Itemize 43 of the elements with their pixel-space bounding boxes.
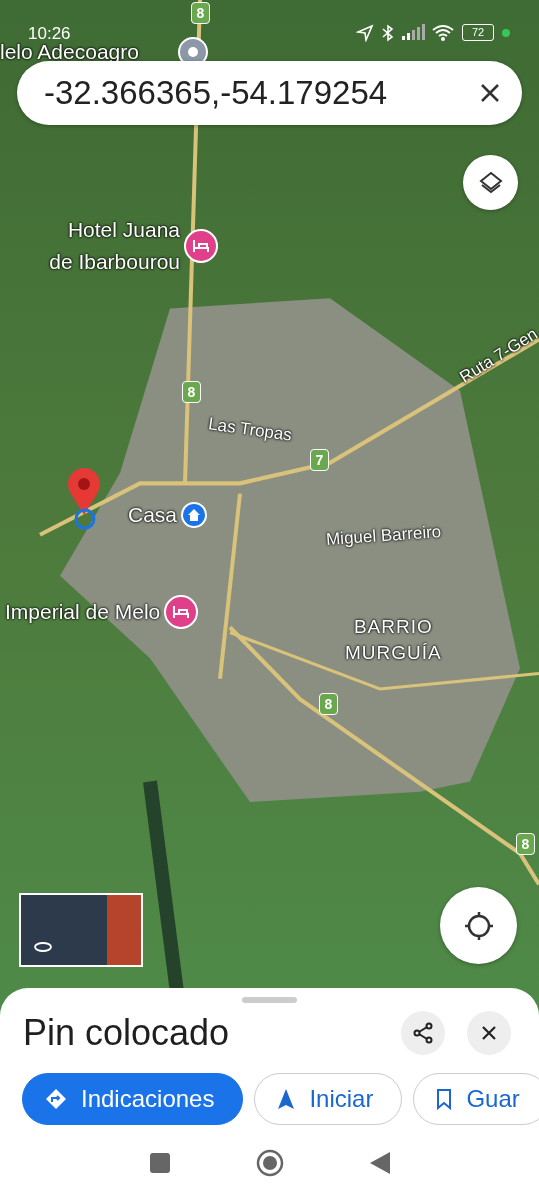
home-label: Casa [128,502,178,528]
hotel-label: Hotel Juana de Ibarbourou [49,217,180,275]
location-arrow-icon [356,24,374,42]
drag-handle[interactable] [242,997,297,1003]
status-dot-icon [502,29,510,37]
layers-icon [477,169,504,196]
bookmark-icon [436,1088,453,1110]
share-icon [412,1022,434,1044]
home-button[interactable] [255,1149,284,1177]
share-button[interactable] [401,1011,445,1055]
search-field[interactable]: -32.366365,-54.179254 [44,74,444,112]
hotel-label: Imperial de Melo [5,599,161,625]
bluetooth-icon [382,24,394,42]
battery-indicator: 72 [462,24,494,41]
directions-icon [45,1088,67,1110]
directions-button[interactable]: Indicaciones [22,1073,244,1125]
start-button[interactable]: Iniciar [254,1073,403,1125]
street-label: Las Tropas [206,413,294,447]
street-view-thumbnail[interactable] [19,893,143,967]
save-button[interactable]: Guar [413,1073,539,1125]
map-pin-icon [66,468,102,516]
house-icon [187,508,202,522]
road-shield: 8 [516,833,535,855]
bed-icon [193,240,209,252]
rotate-icon [33,941,53,953]
navigation-arrow-icon [277,1088,296,1110]
road-shield: 7 [310,449,329,471]
signal-icon [402,24,426,40]
neighborhood-label: BARRIO MURGUÍA [345,615,442,665]
crosshair-icon [462,909,495,942]
close-icon [480,1024,498,1042]
road-shield: 8 [191,2,210,24]
current-location-icon [74,508,96,530]
search-bar[interactable]: -32.366365,-54.179254 [17,61,522,125]
close-button[interactable] [467,1011,511,1055]
bed-icon [173,606,190,618]
road-shield: 8 [182,381,201,403]
road-shield: 8 [319,693,338,715]
street-label: Miguel Barreiro [325,521,443,551]
sheet-title: Pin colocado [23,1012,230,1054]
back-button[interactable] [369,1152,390,1174]
wifi-icon [431,24,455,42]
recents-button[interactable] [149,1153,170,1173]
